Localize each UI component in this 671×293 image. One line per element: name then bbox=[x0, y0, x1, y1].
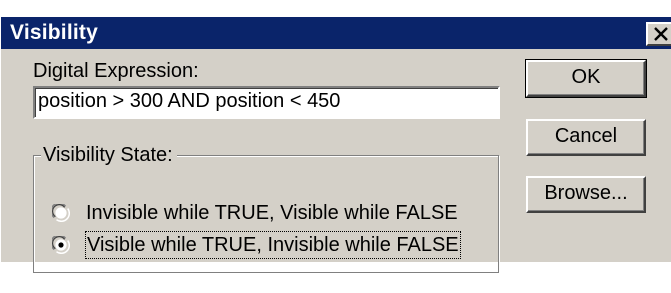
ok-button[interactable]: OK bbox=[525, 59, 647, 98]
visibility-state-legend: Visibility State: bbox=[41, 144, 177, 166]
digital-expression-label: Digital Expression: bbox=[33, 60, 199, 82]
close-icon bbox=[654, 27, 668, 41]
browse-button[interactable]: Browse... bbox=[526, 176, 646, 213]
dialog-title: Visibility bbox=[10, 21, 98, 44]
radio-checked-icon[interactable] bbox=[52, 236, 70, 254]
radio-unchecked-icon[interactable] bbox=[52, 204, 70, 222]
close-button[interactable] bbox=[646, 22, 671, 46]
cancel-button[interactable]: Cancel bbox=[526, 119, 646, 156]
digital-expression-input[interactable]: position > 300 AND position < 450 bbox=[33, 86, 500, 119]
radio-label-visible-while-true: Visible while TRUE, Invisible while FALS… bbox=[85, 231, 461, 259]
radio-label-invisible-while-true: Invisible while TRUE, Visible while FALS… bbox=[86, 202, 458, 224]
title-bar[interactable]: Visibility bbox=[1, 17, 671, 49]
